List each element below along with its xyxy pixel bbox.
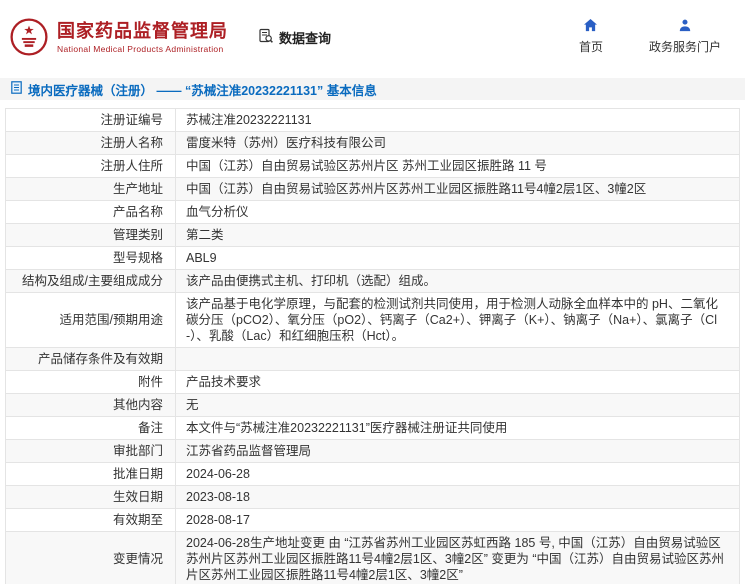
row-label: 审批部门 [6, 440, 176, 463]
table-row: 适用范围/预期用途该产品基于电化学原理，与配套的检测试剂共同使用，用于检测人动脉… [6, 293, 740, 348]
row-value: 2028-08-17 [176, 509, 740, 532]
table-row: 结构及组成/主要组成成分该产品由便携式主机、打印机（选配）组成。 [6, 270, 740, 293]
row-value [176, 348, 740, 371]
row-value: 产品技术要求 [176, 371, 740, 394]
row-label: 注册证编号 [6, 109, 176, 132]
table-row: 有效期至2028-08-17 [6, 509, 740, 532]
row-label: 适用范围/预期用途 [6, 293, 176, 348]
row-label: 型号规格 [6, 247, 176, 270]
brand-text: 国家药品监督管理局 National Medical Products Admi… [57, 20, 228, 54]
row-value: 本文件与“苏械注准20232221131”医疗器械注册证共同使用 [176, 417, 740, 440]
table-row: 产品名称血气分析仪 [6, 201, 740, 224]
table-row: 生产地址中国（江苏）自由贸易试验区苏州片区苏州工业园区振胜路11号4幢2层1区、… [6, 178, 740, 201]
row-label: 变更情况 [6, 532, 176, 584]
row-label: 管理类别 [6, 224, 176, 247]
row-value: 该产品由便携式主机、打印机（选配）组成。 [176, 270, 740, 293]
info-table-body: 注册证编号苏械注准20232221131注册人名称雷度米特（苏州）医疗科技有限公… [6, 109, 740, 584]
nav-portal-label: 政务服务门户 [649, 38, 721, 55]
row-value: 血气分析仪 [176, 201, 740, 224]
row-value: 中国（江苏）自由贸易试验区苏州片区 苏州工业园区振胜路 11 号 [176, 155, 740, 178]
row-value: 苏械注准20232221131 [176, 109, 740, 132]
table-row: 注册人住所中国（江苏）自由贸易试验区苏州片区 苏州工业园区振胜路 11 号 [6, 155, 740, 178]
row-label: 注册人名称 [6, 132, 176, 155]
data-query-icon [258, 28, 274, 47]
table-row: 注册证编号苏械注准20232221131 [6, 109, 740, 132]
nav-portal[interactable]: 政务服务门户 [649, 19, 721, 55]
table-row: 注册人名称雷度米特（苏州）医疗科技有限公司 [6, 132, 740, 155]
nav-home-label: 首页 [579, 38, 603, 55]
document-icon [11, 81, 22, 97]
row-label: 附件 [6, 371, 176, 394]
row-label: 其他内容 [6, 394, 176, 417]
row-value: 2024-06-28生产地址变更 由 “江苏省苏州工业园区苏虹西路 185 号,… [176, 532, 740, 584]
table-row: 产品储存条件及有效期 [6, 348, 740, 371]
row-label: 生产地址 [6, 178, 176, 201]
table-row: 型号规格ABL9 [6, 247, 740, 270]
table-row: 其他内容无 [6, 394, 740, 417]
table-row: 生效日期2023-08-18 [6, 486, 740, 509]
row-value: 中国（江苏）自由贸易试验区苏州片区苏州工业园区振胜路11号4幢2层1区、3幢2区 [176, 178, 740, 201]
national-emblem-icon [10, 18, 48, 56]
breadcrumb-text: 境内医疗器械（注册） —— “苏械注准20232221131” 基本信息 [28, 80, 377, 99]
row-label: 结构及组成/主要组成成分 [6, 270, 176, 293]
table-row: 变更情况2024-06-28生产地址变更 由 “江苏省苏州工业园区苏虹西路 18… [6, 532, 740, 584]
row-value: 雷度米特（苏州）医疗科技有限公司 [176, 132, 740, 155]
table-row: 附件产品技术要求 [6, 371, 740, 394]
table-row: 审批部门江苏省药品监督管理局 [6, 440, 740, 463]
row-label: 产品名称 [6, 201, 176, 224]
data-query-label: 数据查询 [279, 28, 331, 47]
row-label: 备注 [6, 417, 176, 440]
org-name-en: National Medical Products Administration [57, 44, 228, 54]
row-value: 2024-06-28 [176, 463, 740, 486]
table-row: 批准日期2024-06-28 [6, 463, 740, 486]
brand: 国家药品监督管理局 National Medical Products Admi… [10, 18, 228, 56]
info-table: 注册证编号苏械注准20232221131注册人名称雷度米特（苏州）医疗科技有限公… [5, 108, 740, 584]
row-label: 生效日期 [6, 486, 176, 509]
row-label: 有效期至 [6, 509, 176, 532]
row-value: 无 [176, 394, 740, 417]
header: 国家药品监督管理局 National Medical Products Admi… [0, 0, 745, 72]
table-row: 备注本文件与“苏械注准20232221131”医疗器械注册证共同使用 [6, 417, 740, 440]
row-label: 批准日期 [6, 463, 176, 486]
breadcrumb: 境内医疗器械（注册） —— “苏械注准20232221131” 基本信息 [0, 78, 745, 100]
person-icon [678, 19, 692, 35]
home-icon [583, 19, 598, 35]
row-value: ABL9 [176, 247, 740, 270]
nav-home[interactable]: 首页 [579, 19, 603, 55]
row-label: 注册人住所 [6, 155, 176, 178]
org-name: 国家药品监督管理局 [57, 20, 228, 42]
row-value: 第二类 [176, 224, 740, 247]
row-value: 江苏省药品监督管理局 [176, 440, 740, 463]
data-query-button[interactable]: 数据查询 [258, 28, 331, 47]
row-value: 该产品基于电化学原理，与配套的检测试剂共同使用，用于检测人动脉全血样本中的 pH… [176, 293, 740, 348]
row-label: 产品储存条件及有效期 [6, 348, 176, 371]
row-value: 2023-08-18 [176, 486, 740, 509]
table-row: 管理类别第二类 [6, 224, 740, 247]
